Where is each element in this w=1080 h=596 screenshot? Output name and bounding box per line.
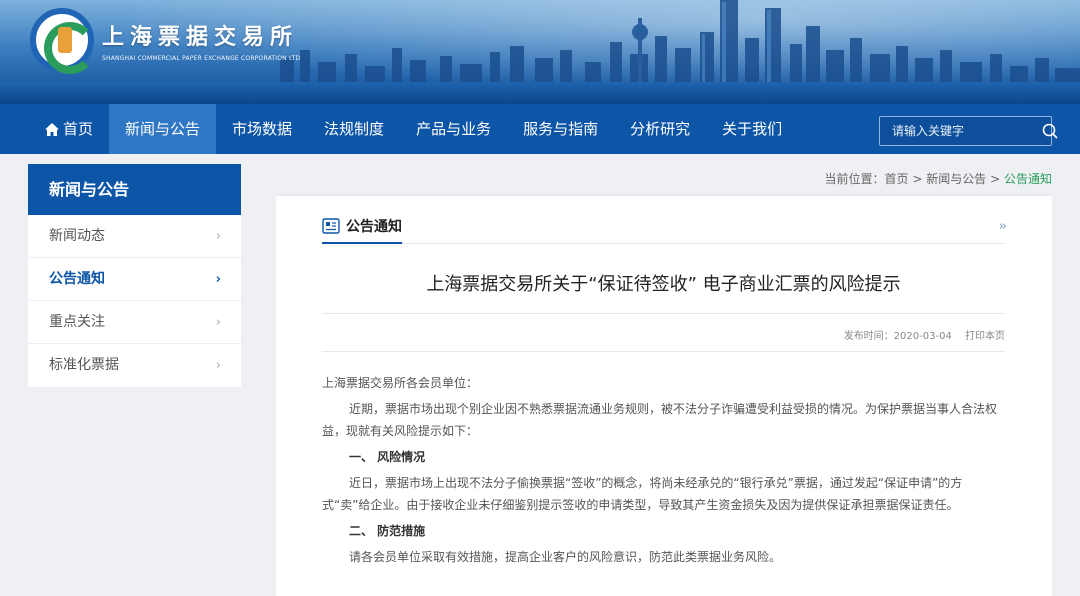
sidebar-item-standardized-bills[interactable]: 标准化票据 › bbox=[28, 344, 241, 387]
article-subheading: 二、 防范措施 bbox=[349, 524, 426, 538]
main-nav: 首页 新闻与公告 市场数据 法规制度 产品与业务 服务与指南 分析研究 关于我们 bbox=[0, 104, 1080, 154]
logo-emblem-icon bbox=[30, 8, 96, 74]
logo-english-name: SHANGHAI COMMERCIAL PAPER EXCHANGE CORPO… bbox=[102, 54, 301, 62]
nav-item-home[interactable]: 首页 bbox=[0, 104, 109, 154]
breadcrumb-current: 公告通知 bbox=[1003, 172, 1052, 186]
print-page-link[interactable]: 打印本页 bbox=[965, 331, 1005, 342]
article-title: 上海票据交易所关于“保证待签收” 电子商业汇票的风险提示 bbox=[426, 274, 901, 295]
sidebar: 新闻与公告 新闻动态 › 公告通知 › 重点关注 › 标准化票据 › bbox=[28, 164, 241, 387]
breadcrumb-prefix: 当前位置： bbox=[824, 172, 885, 186]
section-header: 公告通知 ›› bbox=[322, 210, 1008, 244]
home-icon bbox=[45, 122, 59, 136]
sidebar-item-key-focus[interactable]: 重点关注 › bbox=[28, 301, 241, 344]
sidebar-item-label: 重点关注 bbox=[49, 313, 105, 330]
sidebar-item-news-updates[interactable]: 新闻动态 › bbox=[28, 215, 241, 258]
banner-water bbox=[0, 82, 1080, 104]
article-subheading: 一、 风险情况 bbox=[349, 450, 426, 464]
sidebar-title: 新闻与公告 bbox=[28, 164, 241, 215]
breadcrumb-news-link[interactable]: 新闻与公告 bbox=[926, 172, 986, 186]
sidebar-item-label: 公告通知 bbox=[49, 270, 105, 287]
section-title-label: 公告通知 bbox=[346, 218, 402, 235]
nav-item-label: 首页 bbox=[63, 120, 94, 138]
publish-date: 发布时间：2020-03-04 bbox=[843, 331, 952, 342]
title-divider bbox=[322, 313, 1005, 314]
breadcrumb: 当前位置：首页 > 新闻与公告 > 公告通知 bbox=[825, 170, 1053, 187]
chevron-right-icon: › bbox=[215, 358, 221, 373]
search-button[interactable] bbox=[1042, 117, 1058, 145]
search-icon bbox=[1042, 123, 1058, 139]
nav-item-services[interactable]: 服务与指南 bbox=[507, 104, 614, 154]
article-paragraph: 请各会员单位采取有效措施，提高企业客户的风险意识，防范此类票据业务风险。 bbox=[349, 550, 782, 564]
article-container: 公告通知 ›› 上海票据交易所关于“保证待签收” 电子商业汇票的风险提示 发布时… bbox=[322, 210, 1008, 572]
nav-item-about[interactable]: 关于我们 bbox=[706, 104, 798, 154]
article-paragraph: 近日，票据市场上出现不法分子偷换票据“签收”的概念，将尚未经承兑的“银行承兑”票… bbox=[322, 476, 963, 512]
site-logo[interactable]: 上海票据交易所 SHANGHAI COMMERCIAL PAPER EXCHAN… bbox=[30, 8, 300, 74]
header-banner: 上海票据交易所 SHANGHAI COMMERCIAL PAPER EXCHAN… bbox=[0, 0, 1080, 104]
nav-item-research[interactable]: 分析研究 bbox=[614, 104, 706, 154]
notice-icon bbox=[322, 217, 340, 234]
main-content: 公告通知 ›› 上海票据交易所关于“保证待签收” 电子商业汇票的风险提示 发布时… bbox=[276, 194, 1052, 596]
logo-text: 上海票据交易所 SHANGHAI COMMERCIAL PAPER EXCHAN… bbox=[102, 19, 300, 62]
breadcrumb-separator: > bbox=[912, 172, 923, 186]
nav-item-market-data[interactable]: 市场数据 bbox=[216, 104, 308, 154]
sidebar-item-label: 标准化票据 bbox=[49, 357, 119, 373]
sidebar-item-label: 新闻动态 bbox=[49, 227, 105, 244]
breadcrumb-home-link[interactable]: 首页 bbox=[885, 172, 909, 186]
article-meta: 发布时间：2020-03-04 打印本页 bbox=[322, 327, 1005, 342]
section-title: 公告通知 bbox=[322, 210, 402, 244]
chevron-right-icon: › bbox=[215, 228, 221, 244]
nav-item-products[interactable]: 产品与业务 bbox=[400, 104, 507, 154]
chevron-right-icon: › bbox=[215, 271, 221, 287]
search-input[interactable] bbox=[880, 124, 1042, 138]
article-salutation: 上海票据交易所各会员单位： bbox=[322, 376, 479, 390]
article-body: 上海票据交易所各会员单位： 近期，票据市场出现个别企业因不熟悉票据流通业务规则，… bbox=[322, 372, 1005, 568]
breadcrumb-separator: > bbox=[990, 172, 1001, 186]
meta-divider bbox=[322, 351, 1005, 352]
chevron-right-icon: › bbox=[215, 314, 221, 330]
search-box bbox=[879, 116, 1058, 146]
more-link-icon[interactable]: ›› bbox=[999, 219, 1008, 234]
logo-chinese-name: 上海票据交易所 bbox=[102, 24, 299, 50]
nav-item-regulations[interactable]: 法规制度 bbox=[308, 104, 400, 154]
sidebar-item-announcements[interactable]: 公告通知 › bbox=[28, 258, 241, 301]
nav-item-news[interactable]: 新闻与公告 bbox=[109, 104, 217, 154]
article-paragraph: 近期，票据市场出现个别企业因不熟悉票据流通业务规则，被不法分子诈骗遭受利益受损的… bbox=[322, 402, 998, 438]
